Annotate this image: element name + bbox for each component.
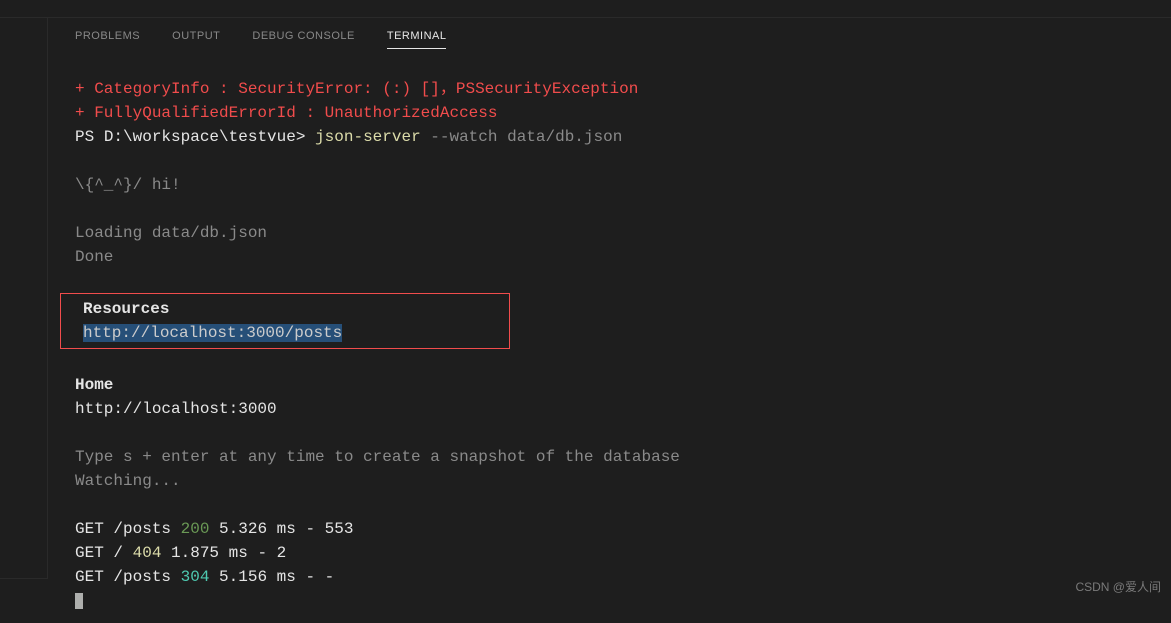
resources-highlight-box: Resources http://localhost:3000/posts	[60, 293, 510, 349]
cursor-line	[75, 589, 1171, 613]
error-line: + CategoryInfo : SecurityError: (:) []，P…	[75, 77, 1171, 101]
tab-problems[interactable]: PROBLEMS	[75, 30, 140, 49]
request-log-line: GET /posts 304 5.156 ms - -	[75, 565, 1171, 589]
terminal-output[interactable]: + CategoryInfo : SecurityError: (:) []，P…	[0, 57, 1171, 623]
greeting-line: \{^_^}/ hi!	[75, 173, 1171, 197]
tab-output[interactable]: OUTPUT	[172, 30, 220, 49]
home-url[interactable]: http://localhost:3000	[75, 397, 1171, 421]
resources-url[interactable]: http://localhost:3000/posts	[83, 321, 509, 345]
tab-debug-console[interactable]: DEBUG CONSOLE	[252, 30, 354, 49]
prompt-line: PS D:\workspace\testvue> json-server --w…	[75, 125, 1171, 149]
sidebar-bottom-border	[0, 578, 48, 579]
request-log-line: GET / 404 1.875 ms - 2	[75, 541, 1171, 565]
error-line: + FullyQualifiedErrorId : UnauthorizedAc…	[75, 101, 1171, 125]
resources-heading: Resources	[83, 297, 509, 321]
editor-fragment	[0, 0, 1171, 18]
watermark: CSDN @爱人间	[1075, 578, 1161, 595]
home-heading: Home	[75, 373, 1171, 397]
request-log-line: GET /posts 200 5.326 ms - 553	[75, 517, 1171, 541]
hint-line: Type s + enter at any time to create a s…	[75, 445, 1171, 469]
panel-tabs: PROBLEMS OUTPUT DEBUG CONSOLE TERMINAL	[0, 18, 1171, 57]
done-line: Done	[75, 245, 1171, 269]
tab-terminal[interactable]: TERMINAL	[387, 30, 447, 49]
sidebar-edge	[0, 18, 48, 578]
loading-line: Loading data/db.json	[75, 221, 1171, 245]
watching-line: Watching...	[75, 469, 1171, 493]
